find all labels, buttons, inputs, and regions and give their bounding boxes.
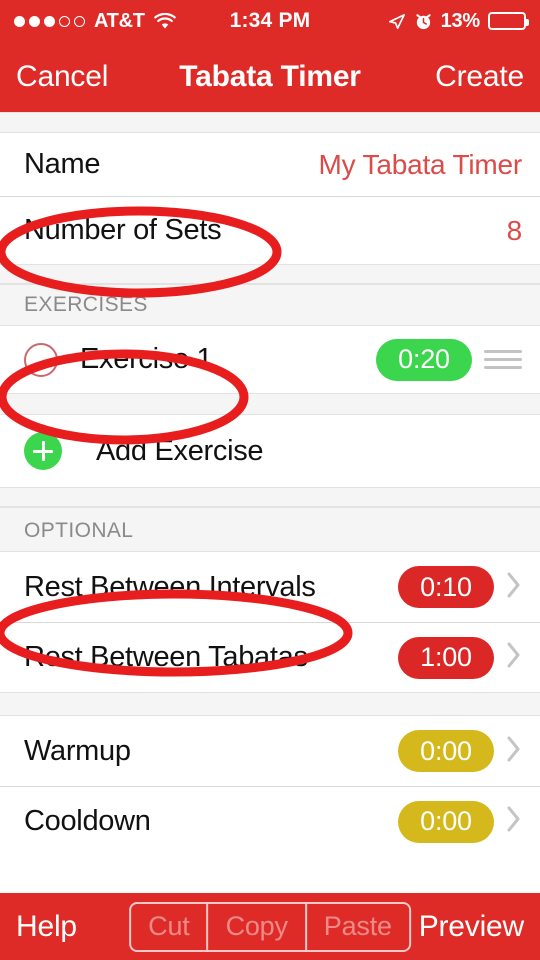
preview-button[interactable]: Preview [419, 910, 525, 944]
section-spacer-warmup [0, 692, 540, 716]
row-rest-between-tabatas-accessory: 1:00 [398, 636, 522, 679]
spacer-after-exercises [0, 393, 540, 415]
row-exercise-1-accessory: 0:20 [376, 338, 522, 381]
warmup-duration-pill[interactable]: 0:00 [398, 730, 494, 772]
chevron-right-icon [506, 571, 522, 604]
status-bar-right: 13% [387, 9, 529, 33]
chevron-right-icon [506, 641, 522, 674]
status-bar-left: AT&T [14, 10, 176, 33]
row-exercise-1[interactable]: Exercise 1 0:20 [0, 326, 540, 393]
copy-button[interactable]: Copy [206, 903, 305, 950]
row-add-exercise[interactable]: Add Exercise [0, 415, 540, 487]
exercise-1-duration-pill[interactable]: 0:20 [376, 338, 472, 381]
row-number-of-sets[interactable]: Number of Sets 8 [0, 196, 540, 264]
cancel-button[interactable]: Cancel [16, 60, 108, 94]
row-rest-between-tabatas[interactable]: Rest Between Tabatas 1:00 [0, 622, 540, 692]
add-exercise-label: Add Exercise [96, 434, 264, 467]
battery-icon [488, 12, 529, 30]
form-table[interactable]: Name My Tabata Timer Number of Sets 8 EX… [0, 112, 540, 893]
chevron-right-icon [506, 735, 522, 768]
row-warmup-label: Warmup [24, 734, 131, 767]
row-name[interactable]: Name My Tabata Timer [0, 133, 540, 196]
row-name-label: Name [24, 148, 101, 180]
row-rest-between-intervals-accessory: 0:10 [398, 566, 522, 608]
row-warmup-accessory: 0:00 [398, 730, 522, 772]
carrier-label: AT&T [94, 9, 145, 32]
paste-button[interactable]: Paste [304, 903, 409, 950]
cooldown-duration-pill[interactable]: 0:00 [398, 800, 494, 843]
plus-circle-icon[interactable] [24, 432, 62, 470]
row-cooldown-accessory: 0:00 [398, 800, 522, 843]
row-name-value: My Tabata Timer [318, 148, 523, 180]
empty-circle-icon[interactable] [24, 342, 58, 377]
signal-strength-icon [14, 15, 85, 27]
battery-percent-label: 13% [440, 9, 481, 32]
row-cooldown[interactable]: Cooldown 0:00 [0, 786, 540, 856]
section-spacer-exercises [0, 264, 540, 284]
row-rest-between-tabatas-label: Rest Between Tabatas [24, 641, 308, 673]
section-header-optional: OPTIONAL [0, 507, 540, 552]
row-rest-between-intervals[interactable]: Rest Between Intervals 0:10 [0, 552, 540, 622]
alarm-clock-icon [414, 12, 433, 31]
location-arrow-icon [387, 12, 406, 31]
row-number-of-sets-value: 8 [506, 214, 523, 246]
rest-between-intervals-duration-pill[interactable]: 0:10 [398, 566, 494, 608]
section-spacer-optional [0, 487, 540, 507]
navigation-bar: Cancel Tabata Timer Create [0, 42, 540, 112]
bottom-toolbar: Help Cut Copy Paste Preview [0, 893, 540, 960]
reorder-handle-icon[interactable] [484, 350, 522, 369]
row-cooldown-label: Cooldown [24, 805, 151, 837]
row-warmup[interactable]: Warmup 0:00 [0, 716, 540, 786]
wifi-icon [153, 12, 176, 30]
row-number-of-sets-label: Number of Sets [24, 214, 222, 246]
top-spacer [0, 112, 540, 133]
cut-button[interactable]: Cut [131, 904, 206, 950]
status-bar: AT&T 1:34 PM 13% [0, 0, 540, 42]
row-exercise-1-label: Exercise 1 [80, 343, 213, 375]
section-header-exercises: EXERCISES [0, 284, 540, 326]
create-button[interactable]: Create [435, 60, 524, 94]
edit-segmented-control[interactable]: Cut Copy Paste [129, 901, 411, 952]
rest-between-tabatas-duration-pill[interactable]: 1:00 [398, 636, 494, 679]
help-button[interactable]: Help [16, 910, 77, 944]
chevron-right-icon [506, 805, 522, 838]
phone-screen: AT&T 1:34 PM 13% Cancel Tabata Timer Cre… [0, 0, 540, 960]
row-rest-between-intervals-label: Rest Between Intervals [24, 570, 316, 603]
